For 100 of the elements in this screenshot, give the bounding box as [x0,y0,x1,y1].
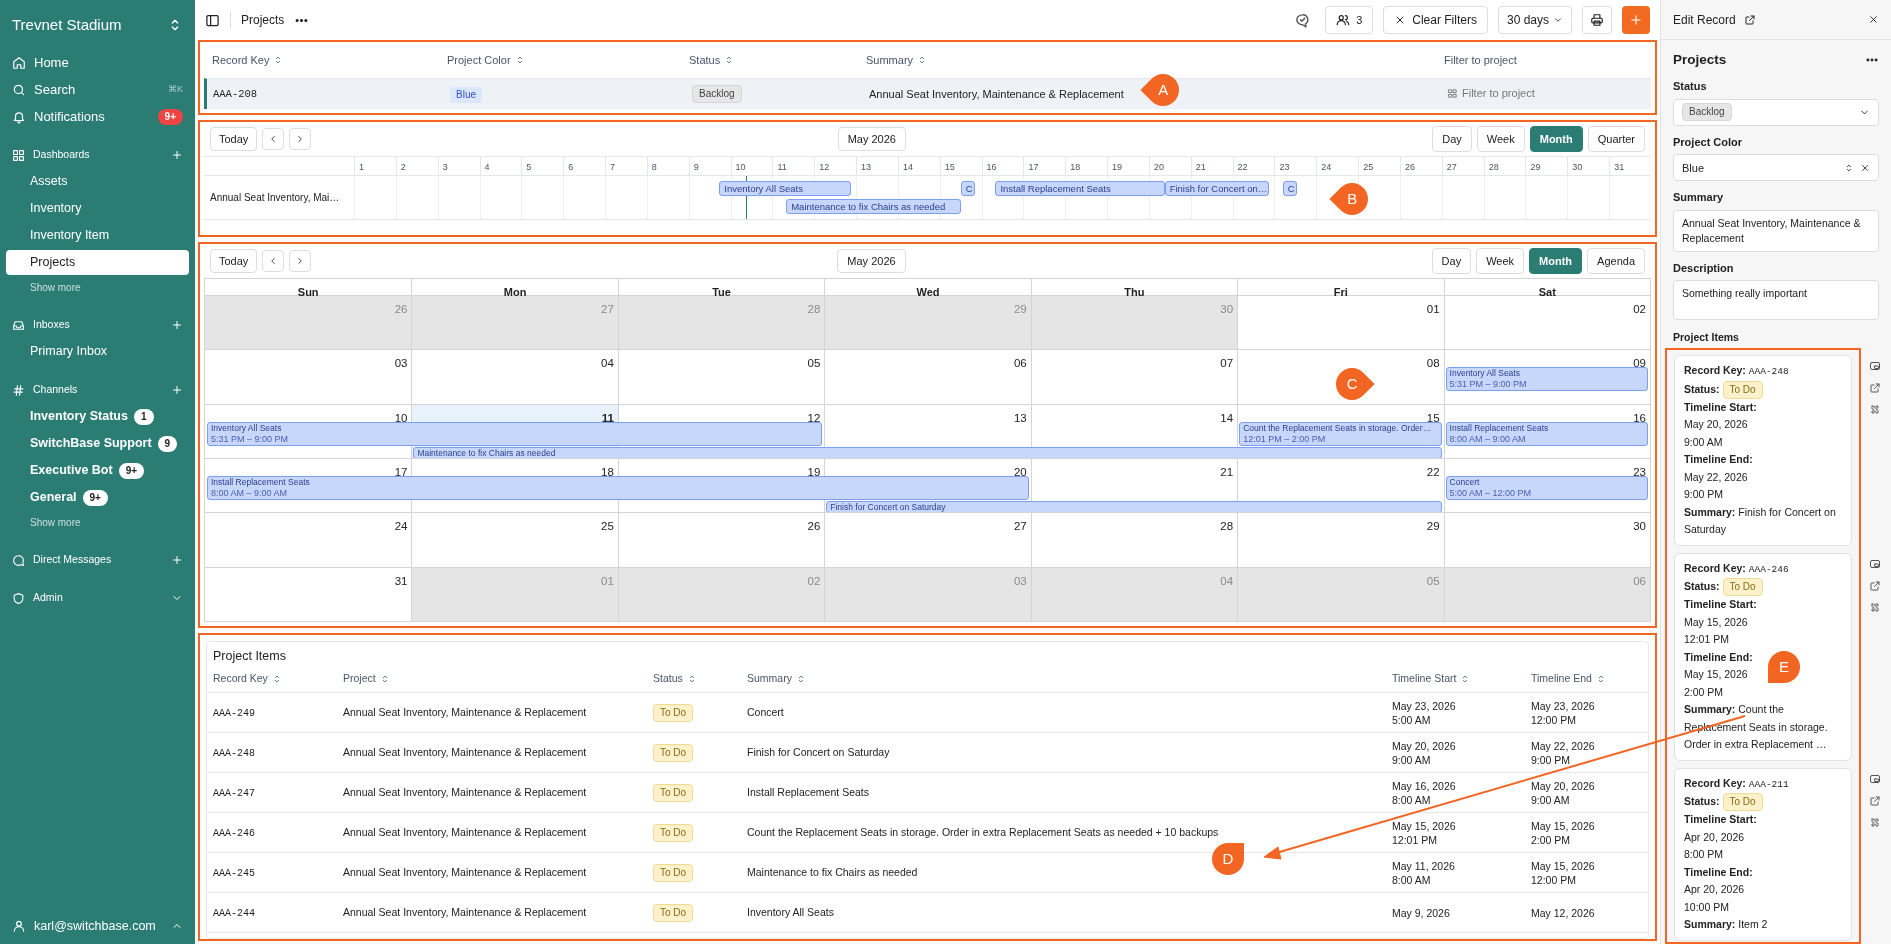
timeline-bar[interactable]: C [960,181,976,196]
sidebar-item[interactable]: General 9+ [6,485,189,510]
day-number[interactable]: 03 [394,357,408,370]
calendar-event[interactable]: Count the Replacement Seats in storage. Order… 12:01 PM – 2:00 PM [1239,421,1442,446]
sidebar-item[interactable]: Executive Bot 9+ [6,458,189,483]
column-header[interactable]: Filter to project [1436,51,1651,69]
day-number[interactable]: 07 [1220,357,1234,370]
clear-icon[interactable] [1860,162,1870,173]
day-number[interactable]: 01 [1426,303,1440,315]
period-label[interactable]: May 2026 [837,127,906,151]
today-button[interactable]: Today [210,127,258,151]
day-number[interactable]: 14 [1220,411,1234,424]
day-number[interactable]: 24 [394,520,408,533]
day-number[interactable]: 22 [1426,466,1440,478]
show-more-link[interactable]: Show more [6,512,189,534]
day-number[interactable]: 19 [807,466,821,478]
section-heading[interactable]: Admin [33,590,163,606]
sidebar-toggle-icon[interactable] [205,12,220,28]
day-number[interactable]: 30 [1633,520,1646,533]
timeline-bar[interactable]: Maintenance to fix Chairs as needed [786,199,961,214]
column-header[interactable]: Status [681,51,858,69]
column-header[interactable]: Project Color [439,51,681,69]
add-icon[interactable] [171,384,183,396]
day-number[interactable]: 10 [394,411,408,424]
text-area[interactable]: Something really important [1673,280,1879,321]
day-number[interactable]: 02 [1633,303,1646,315]
print-button[interactable] [1582,6,1612,34]
nav-item[interactable]: Search ⌘K [6,77,189,102]
show-more-link[interactable]: Show more [6,277,189,299]
external-link-icon[interactable] [1869,579,1881,592]
column-header[interactable]: Record Key [213,671,343,687]
section-heading[interactable]: Channels [33,382,163,398]
calendar-event[interactable]: Install Replacement Seats 8:00 AM – 9:00 AM [1445,421,1648,446]
sidebar-item[interactable]: Inventory Item [6,223,189,248]
add-icon[interactable] [171,554,183,566]
sidebar-item[interactable]: Projects [6,250,189,275]
day-number[interactable]: 21 [1220,466,1234,478]
view-tab[interactable]: Day [1432,126,1472,152]
date-range-dropdown[interactable]: 30 days [1497,6,1572,34]
status-select[interactable]: Backlog [1673,98,1879,126]
day-number[interactable]: 18 [601,466,614,478]
view-tab[interactable]: Month [1529,248,1583,274]
card-icon[interactable] [1869,772,1881,785]
day-number[interactable]: 27 [1013,520,1027,533]
sidebar-item[interactable]: Assets [6,169,189,194]
today-button[interactable]: Today [210,249,258,273]
sidebar-item[interactable]: Inventory [6,196,189,221]
day-number[interactable]: 28 [1220,520,1234,533]
nav-item[interactable]: Home [6,50,189,75]
external-link-icon[interactable] [1869,794,1881,807]
day-number[interactable]: 06 [1013,357,1027,370]
day-number[interactable]: 17 [394,466,408,478]
sidebar-item[interactable]: Inventory Status 1 [6,404,189,429]
card-icon[interactable] [1869,360,1881,372]
sidebar-item[interactable]: Primary Inbox [6,339,189,364]
external-link-icon[interactable] [1869,382,1881,394]
view-tab[interactable]: Day [1431,248,1472,274]
day-number[interactable]: 31 [394,574,408,587]
add-icon[interactable] [171,149,183,161]
day-number[interactable]: 20 [1013,466,1027,478]
calendar-event[interactable]: Install Replacement Seats 8:00 AM – 9:00 AM [207,476,1029,500]
section-heading[interactable]: Dashboards [33,147,163,163]
filter-link[interactable]: Filter to project [1447,84,1535,102]
puzzle-icon[interactable] [1869,601,1881,614]
card-icon[interactable] [1869,557,1881,570]
sidebar-item[interactable]: SwitchBase Support 9 [6,431,189,456]
puzzle-icon[interactable] [1869,404,1881,416]
close-icon[interactable] [1868,14,1879,25]
day-number[interactable]: 04 [601,357,614,370]
section-heading[interactable]: Inboxes [33,317,163,333]
day-number[interactable]: 15 [1426,411,1440,424]
column-header[interactable]: Timeline End [1531,671,1642,687]
puzzle-icon[interactable] [1869,816,1881,829]
day-number[interactable]: 12 [807,411,821,424]
section-heading[interactable]: Direct Messages [33,552,163,568]
column-header[interactable]: Summary [747,671,1392,687]
timeline-bar[interactable]: Finish for Concert on… [1164,181,1270,196]
day-number[interactable]: 09 [1633,357,1646,370]
members-button[interactable]: 3 [1325,6,1374,34]
day-number[interactable]: 16 [1633,411,1646,424]
external-link-icon[interactable] [1743,13,1756,26]
calendar-event[interactable]: Inventory All Seats 5:31 PM – 9:00 PM [207,421,823,446]
day-number[interactable]: 05 [807,357,821,370]
color-select[interactable]: Blue [1673,154,1879,182]
clear-filters-button[interactable]: Clear Filters [1383,6,1488,34]
day-number[interactable]: 08 [1426,357,1440,370]
workspace-switcher[interactable]: Trevnet Stadium [0,0,195,50]
user-menu[interactable]: karl@switchbase.com [0,908,195,944]
timeline-bar[interactable]: Inventory All Seats [719,181,851,196]
day-number[interactable]: 26 [807,520,821,533]
timeline-bar[interactable]: Install Replacement Seats [995,181,1165,196]
nav-item[interactable]: Notifications 9+ [6,104,189,129]
day-number[interactable]: 29 [1426,520,1440,533]
column-header[interactable]: Status [653,671,747,687]
column-header[interactable]: Project [343,671,653,687]
view-tab[interactable]: Week [1476,248,1525,274]
calendar-event[interactable]: Inventory All Seats 5:31 PM – 9:00 PM [1445,367,1648,392]
day-number[interactable]: 11 [601,411,614,424]
view-tab[interactable]: Agenda [1587,248,1645,274]
view-tab[interactable]: Quarter [1587,126,1645,152]
